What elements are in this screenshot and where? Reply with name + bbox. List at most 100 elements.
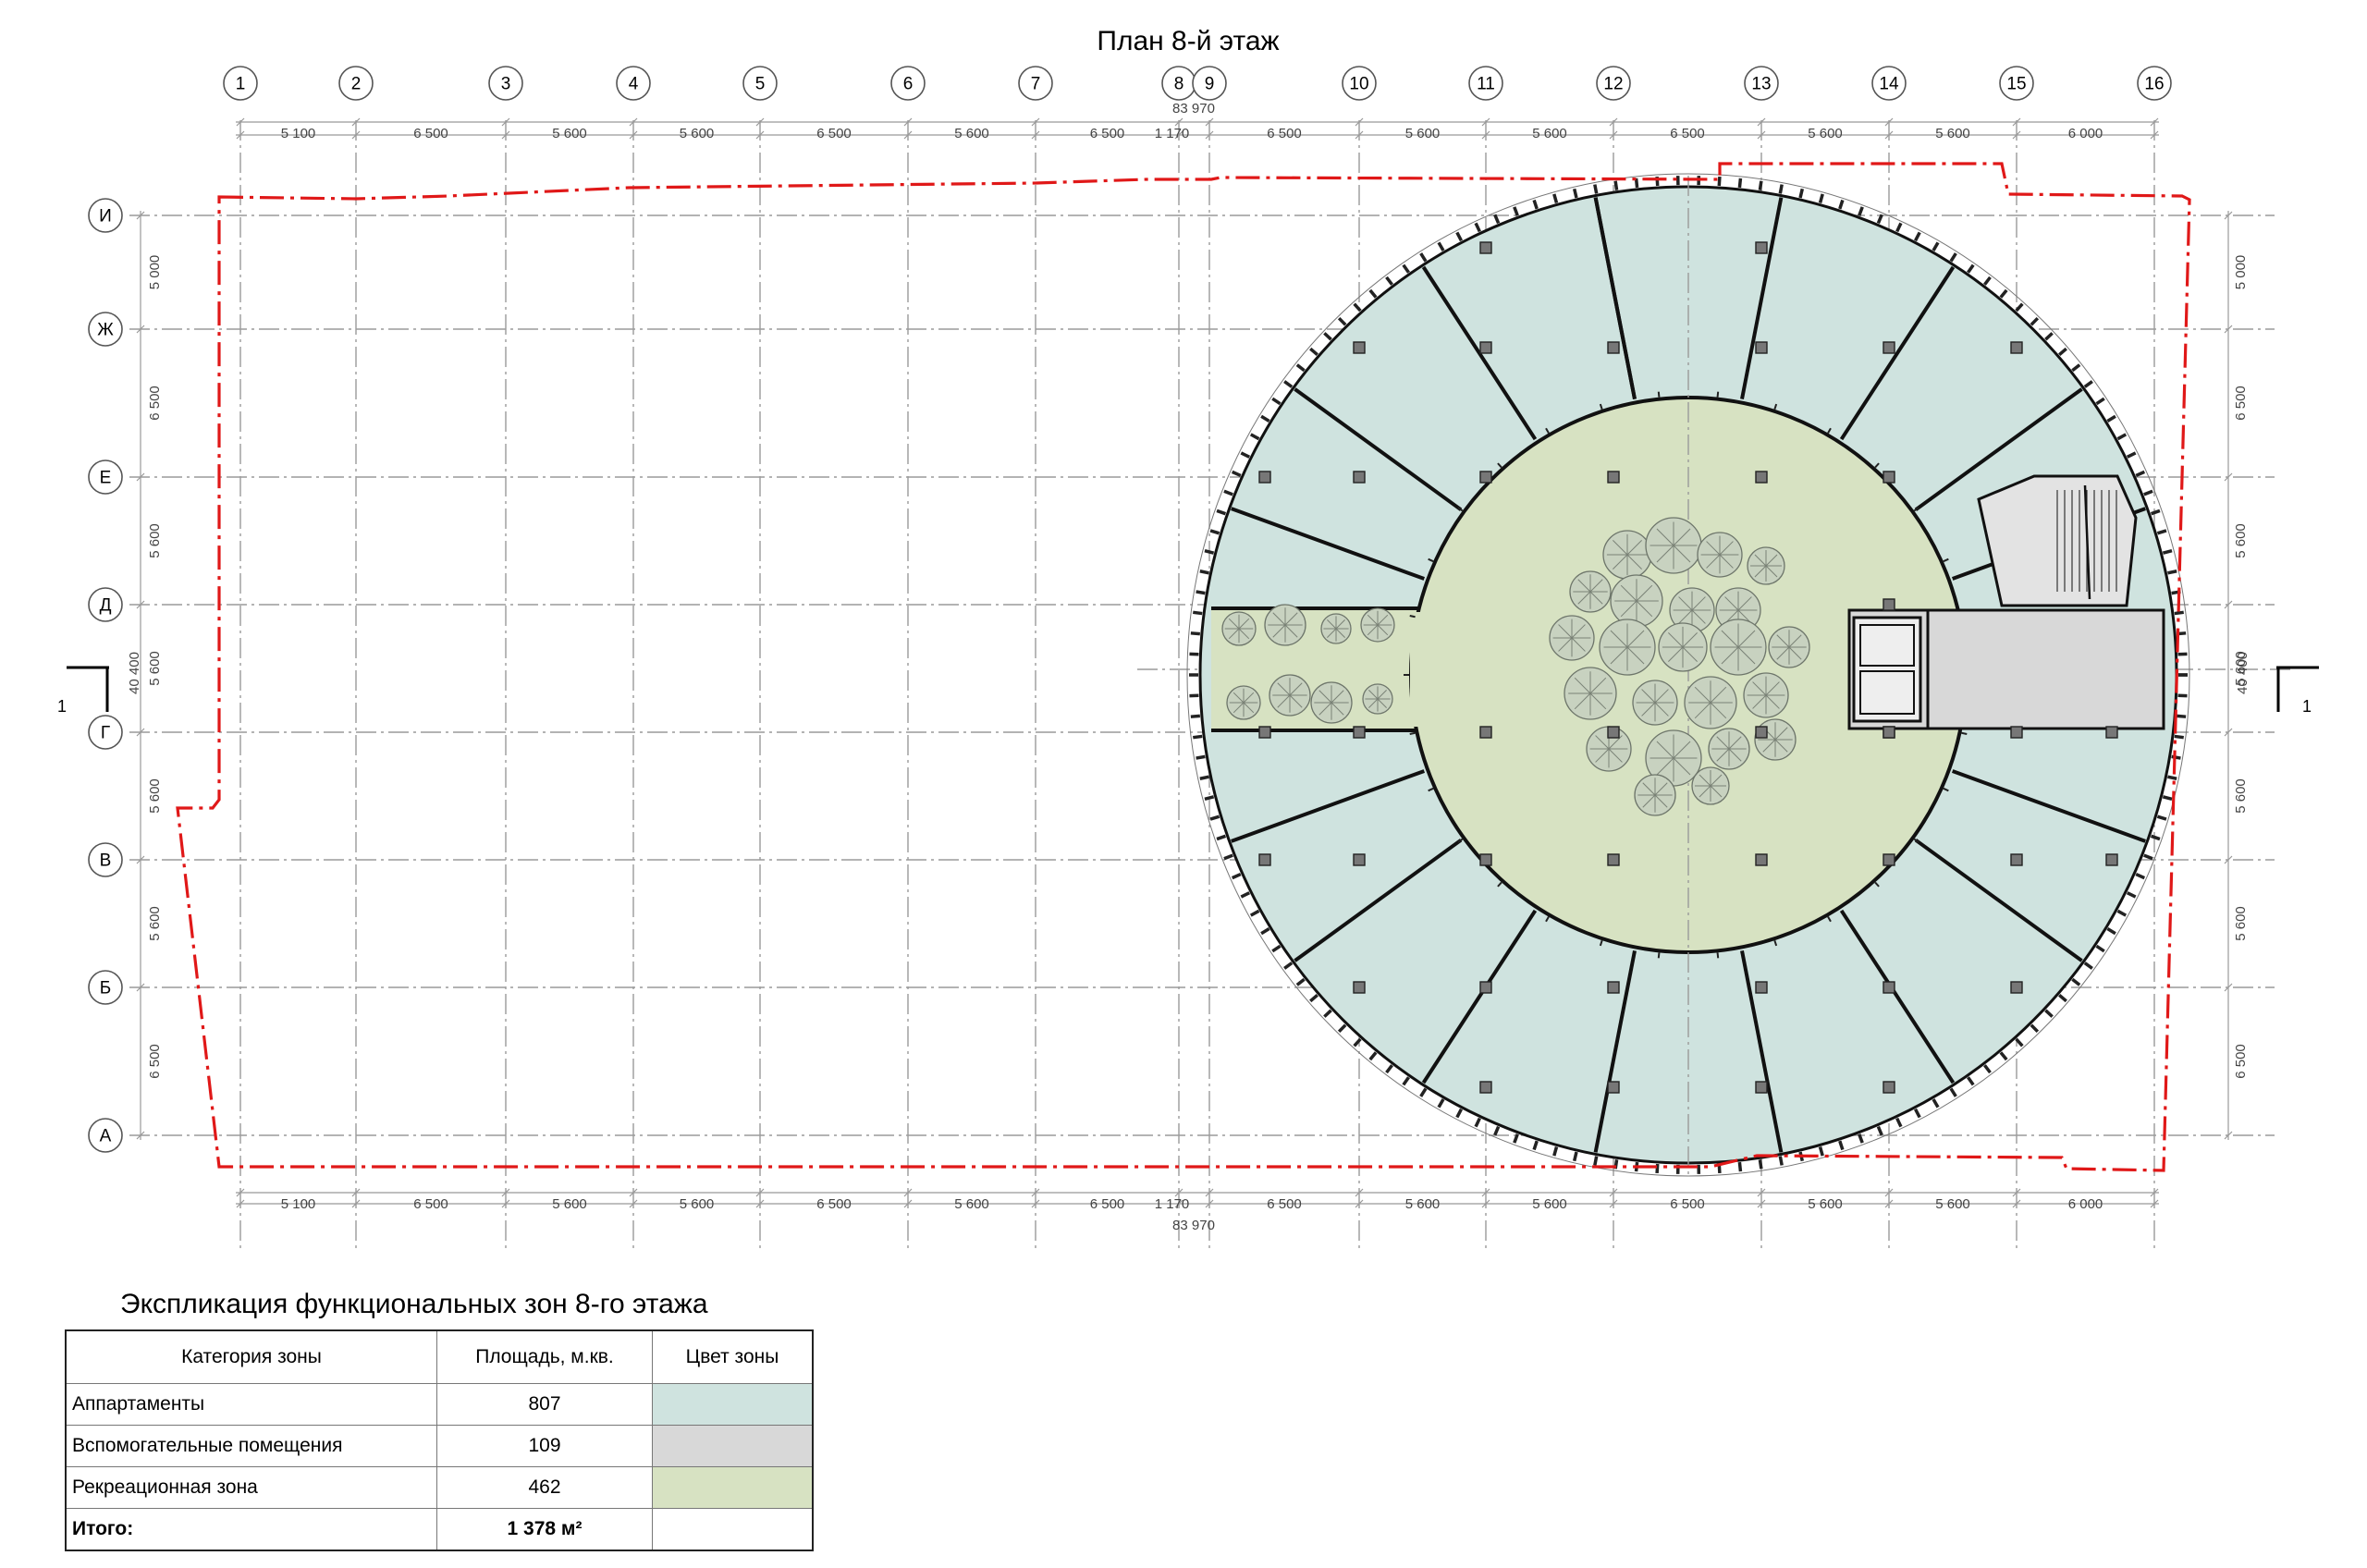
column-axis-label: 16 <box>2144 75 2164 94</box>
row-axis-marker: Г <box>88 715 123 750</box>
tree-symbol <box>1599 619 1656 676</box>
total-width-label: 83 970 <box>1172 1218 1215 1233</box>
column-axis-marker: 8 <box>1161 66 1196 101</box>
column-axis-label: 15 <box>2006 75 2026 94</box>
legend-total-row: Итого: 1 378 м² <box>65 1508 814 1551</box>
legend-header-area: Площадь, м.кв. <box>436 1329 653 1384</box>
column-span-label: 6 500 <box>1267 126 1302 141</box>
structural-column <box>1353 341 1366 354</box>
row-axis-marker: А <box>88 1118 123 1153</box>
column-axis-label: 1 <box>236 75 246 94</box>
column-axis-label: 5 <box>755 75 766 94</box>
column-axis-marker: 7 <box>1018 66 1053 101</box>
row-axis-label: Ж <box>97 321 114 340</box>
column-span-label: 5 600 <box>680 1196 715 1212</box>
column-span-label: 5 100 <box>281 1196 316 1212</box>
column-axis-label: 8 <box>1174 75 1184 94</box>
tree-symbol <box>1549 615 1595 661</box>
structural-column <box>1755 471 1768 484</box>
column-span-label: 6 500 <box>1090 126 1125 141</box>
structural-column <box>2010 726 2023 739</box>
legend-header-color: Цвет зоны <box>652 1329 814 1384</box>
column-span-label: 5 600 <box>1405 126 1441 141</box>
column-axis-marker: 1 <box>223 66 258 101</box>
structural-column <box>1755 1081 1768 1094</box>
column-span-label: 5 600 <box>1935 126 1970 141</box>
column-span-label: 6 000 <box>2068 1196 2103 1212</box>
structural-column <box>1258 726 1271 739</box>
section-marker-left: 1 <box>57 666 109 716</box>
structural-column <box>1258 471 1271 484</box>
structural-column <box>1883 598 1895 611</box>
column-span-label: 5 600 <box>1808 1196 1843 1212</box>
structural-column <box>1479 981 1492 994</box>
row-axis-marker: Ж <box>88 312 123 347</box>
row-span-label: 5 600 <box>147 906 163 941</box>
row-axis-marker: Д <box>88 587 123 622</box>
legend-area: 807 <box>436 1383 653 1426</box>
total-height-label: 40 400 <box>127 652 142 694</box>
row-axis-label: И <box>99 207 112 227</box>
column-axis-label: 13 <box>1751 75 1771 94</box>
legend-header-row: Категория зоны Площадь, м.кв. Цвет зоны <box>65 1329 814 1384</box>
tree-symbol <box>1320 613 1352 644</box>
column-axis-marker: 4 <box>616 66 651 101</box>
tree-symbol <box>1602 530 1652 580</box>
structural-column <box>1883 471 1895 484</box>
column-axis-label: 10 <box>1349 75 1368 94</box>
row-axis-label: Е <box>100 469 112 488</box>
structural-column <box>1755 981 1768 994</box>
column-axis-label: 9 <box>1205 75 1215 94</box>
structural-column <box>1883 726 1895 739</box>
tree-symbol <box>1269 674 1311 717</box>
column-axis-marker: 10 <box>1342 66 1377 101</box>
column-axis-label: 3 <box>501 75 511 94</box>
column-span-label: 5 600 <box>1808 126 1843 141</box>
column-axis-label: 6 <box>903 75 914 94</box>
legend-title: Экспликация функциональных зон 8-го этаж… <box>120 1289 708 1319</box>
structural-column <box>1755 853 1768 866</box>
structural-column <box>1479 471 1492 484</box>
legend-color-swatch <box>652 1466 814 1509</box>
structural-column <box>1479 1081 1492 1094</box>
legend-total-empty <box>652 1508 814 1551</box>
legend-total-value: 1 378 м² <box>436 1508 653 1551</box>
tree-symbol <box>1221 611 1257 646</box>
tree-symbol <box>1768 626 1810 668</box>
tree-symbol <box>1362 683 1393 715</box>
legend-category: Аппартаменты <box>65 1383 437 1426</box>
legend-category: Вспомогательные помещения <box>65 1425 437 1467</box>
tree-symbol <box>1564 667 1617 720</box>
column-span-label: 5 600 <box>954 1196 989 1212</box>
legend-row: Рекреационная зона 462 <box>65 1466 814 1509</box>
structural-column <box>1607 726 1620 739</box>
column-axis-marker: 6 <box>890 66 926 101</box>
structural-column <box>1607 471 1620 484</box>
legend-category: Рекреационная зона <box>65 1466 437 1509</box>
column-span-label: 5 100 <box>281 126 316 141</box>
column-span-label: 5 600 <box>680 126 715 141</box>
column-span-label: 5 600 <box>552 1196 587 1212</box>
row-span-label: 5 600 <box>147 778 163 814</box>
row-axis-marker: В <box>88 842 123 877</box>
row-span-label: 5 600 <box>2233 778 2249 814</box>
staircase <box>1977 474 2138 607</box>
tree-symbol <box>1226 685 1261 720</box>
structural-column <box>1607 853 1620 866</box>
column-span-label: 6 500 <box>816 1196 852 1212</box>
tree-symbol <box>1264 604 1306 646</box>
tree-symbol <box>1610 574 1663 628</box>
structural-column <box>1607 1081 1620 1094</box>
row-axis-label: В <box>100 851 112 871</box>
structural-column <box>2010 981 2023 994</box>
row-span-label: 6 500 <box>2233 1044 2249 1079</box>
structural-column <box>1755 726 1768 739</box>
column-span-label: 5 600 <box>1532 126 1567 141</box>
legend-header-category: Категория зоны <box>65 1329 437 1384</box>
structural-column <box>1479 241 1492 254</box>
column-span-label: 6 500 <box>413 126 448 141</box>
structural-column <box>1353 726 1366 739</box>
row-span-label: 5 600 <box>2233 523 2249 558</box>
structural-column <box>2010 341 2023 354</box>
row-axis-label: Д <box>100 596 112 616</box>
